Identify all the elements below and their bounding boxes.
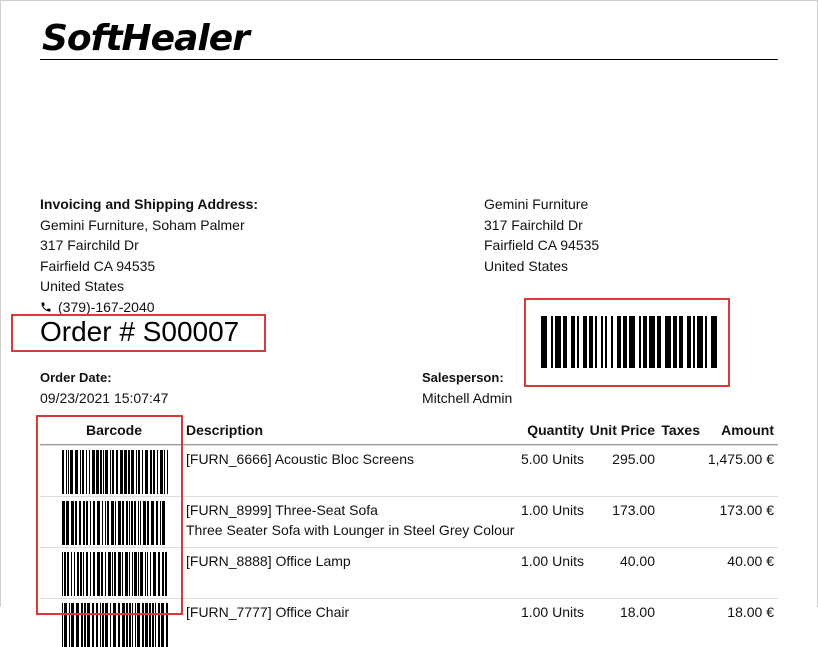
salesperson-label: Salesperson:: [422, 370, 504, 385]
row-description: [FURN_8888] Office Lamp: [186, 553, 351, 569]
billing-line: Fairfield CA 94535: [40, 257, 156, 274]
company-logo: SoftHealer: [40, 18, 780, 60]
header-description: Description: [186, 422, 264, 438]
row-description-detail: Three Seater Sofa with Lounger in Steel …: [186, 522, 515, 538]
row-quantity: 5.00 Units: [520, 451, 584, 467]
row-unit-price: 173.00: [612, 502, 655, 518]
phone-icon: [41, 302, 51, 312]
row-quantity: 1.00 Units: [520, 502, 584, 518]
barcode-column-highlight: [36, 415, 183, 615]
header-unit-price: Unit Price: [589, 422, 655, 438]
company-line: Fairfield CA 94535: [484, 237, 600, 253]
header-taxes: Taxes: [661, 422, 700, 438]
company-line: United States: [484, 257, 569, 274]
order-title-highlight: [11, 314, 266, 352]
order-date-value: 09/23/2021 15:07:47: [40, 390, 169, 406]
row-unit-price: 18.00: [619, 604, 655, 620]
salesperson-value: Mitchell Admin: [422, 390, 513, 406]
header-amount: Amount: [721, 422, 774, 438]
row-unit-price: 295.00: [612, 451, 655, 467]
order-barcode-highlight: [524, 298, 730, 387]
row-amount: 40.00 €: [727, 553, 774, 569]
order-date-label: Order Date:: [40, 370, 112, 385]
billing-line: 317 Fairchild Dr: [40, 237, 139, 253]
company-line: Gemini Furniture: [484, 196, 589, 212]
logo-text: SoftHealer: [42, 18, 250, 59]
row-description: [FURN_8999] Three-Seat Sofa: [186, 502, 378, 518]
row-quantity: 1.00 Units: [520, 553, 584, 569]
billing-line: Gemini Furniture, Soham Palmer: [40, 216, 245, 233]
billing-line: United States: [40, 278, 125, 294]
header-divider: [40, 59, 778, 60]
header-quantity: Quantity: [527, 422, 584, 438]
row-description: [FURN_7777] Office Chair: [186, 604, 350, 620]
row-amount: 18.00 €: [727, 604, 774, 620]
row-description: [FURN_6666] Acoustic Bloc Screens: [186, 451, 414, 467]
row-amount: 1,475.00 €: [707, 451, 774, 467]
billing-address: Invoicing and Shipping Address: Gemini F…: [40, 194, 440, 317]
row-quantity: 1.00 Units: [520, 604, 584, 620]
company-line: 317 Fairchild Dr: [484, 216, 583, 233]
row-unit-price: 40.00: [619, 553, 655, 569]
company-address: Gemini Furniture 317 Fairchild Dr Fairfi…: [484, 194, 784, 276]
billing-heading: Invoicing and Shipping Address:: [40, 196, 259, 212]
row-amount: 173.00 €: [719, 502, 775, 518]
